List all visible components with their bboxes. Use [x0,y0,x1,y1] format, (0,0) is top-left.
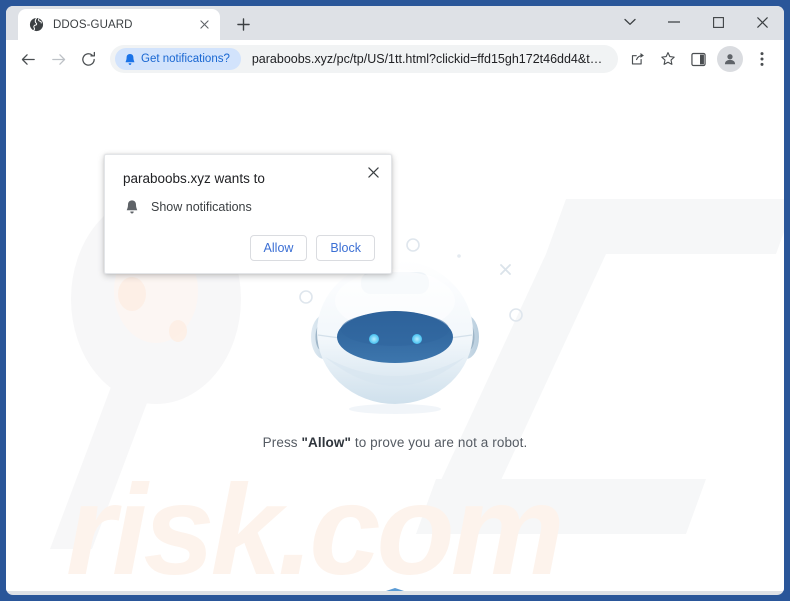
back-button[interactable] [14,45,42,73]
browser-menu-button[interactable] [748,45,776,73]
browser-toolbar: Get notifications? paraboobs.xyz/pc/tp/U… [6,40,784,79]
side-panel-icon [690,52,706,66]
minimize-button[interactable] [652,6,696,38]
dialog-title: paraboobs.xyz wants to [123,171,265,186]
side-panel-button[interactable] [684,45,712,73]
arrow-right-icon [51,53,65,65]
share-icon [631,52,644,65]
reload-button[interactable] [74,45,102,73]
shield-icon [386,588,404,591]
close-icon [756,16,768,28]
tab-title: DDOS-GUARD [53,18,133,31]
tab-search-button[interactable] [608,6,652,38]
omnibox[interactable]: Get notifications? paraboobs.xyz/pc/tp/U… [110,45,618,73]
maximize-button[interactable] [696,6,740,38]
browser-window-inner: DDOS-GUARD Get notifications? paraboobs.… [6,6,784,595]
arrow-left-icon [21,53,35,65]
close-window-button[interactable] [740,6,784,38]
ddos-guard-brand: DDOS-GUARD [6,587,784,591]
page-viewport: risk.com Press "Allow" to prove you are … [6,79,784,591]
globe-icon [29,17,44,32]
get-notifications-label: Get notifications? [141,53,230,65]
dialog-actions: Allow Block [123,235,375,261]
close-icon [367,166,379,178]
forward-button[interactable] [44,45,72,73]
hero-instruction-text: Press "Allow" to prove you are not a rob… [6,435,784,450]
hero-text-after: to prove you are not a robot. [351,435,528,450]
browser-tab[interactable]: DDOS-GUARD [18,9,220,40]
share-button[interactable] [624,45,652,73]
profile-avatar-icon [724,54,736,65]
reload-icon [81,51,95,66]
bell-icon [125,53,135,65]
bookmark-button[interactable] [654,45,682,73]
window-controls [608,6,784,38]
hero-text-before: Press [262,435,302,450]
three-dot-menu-icon [760,52,764,66]
profile-button[interactable] [717,46,743,72]
new-tab-button[interactable] [230,11,256,37]
block-button[interactable]: Block [316,235,375,261]
notification-permission-dialog: paraboobs.xyz wants to Show notification… [104,154,392,274]
browser-window: DDOS-GUARD Get notifications? paraboobs.… [0,0,790,601]
dialog-permission-label: Show notifications [151,200,252,214]
bookmark-star-icon [661,52,675,65]
omnibox-url: paraboobs.xyz/pc/tp/US/1tt.html?clickid=… [251,52,606,66]
maximize-icon [712,16,724,28]
dialog-permission-row: Show notifications [125,199,375,215]
svg-text:risk.com: risk.com [66,459,561,591]
allow-button[interactable]: Allow [249,235,308,261]
get-notifications-chip[interactable]: Get notifications? [115,48,241,70]
plus-icon [236,17,250,31]
chevron-down-icon [624,18,636,25]
tab-strip: DDOS-GUARD [6,6,784,40]
minimize-icon [668,21,680,23]
hero-text-bold: "Allow" [301,435,351,450]
tab-close-icon[interactable] [196,17,212,33]
bell-icon [126,200,138,214]
dialog-close-button[interactable] [364,163,382,181]
close-icon [199,20,209,29]
